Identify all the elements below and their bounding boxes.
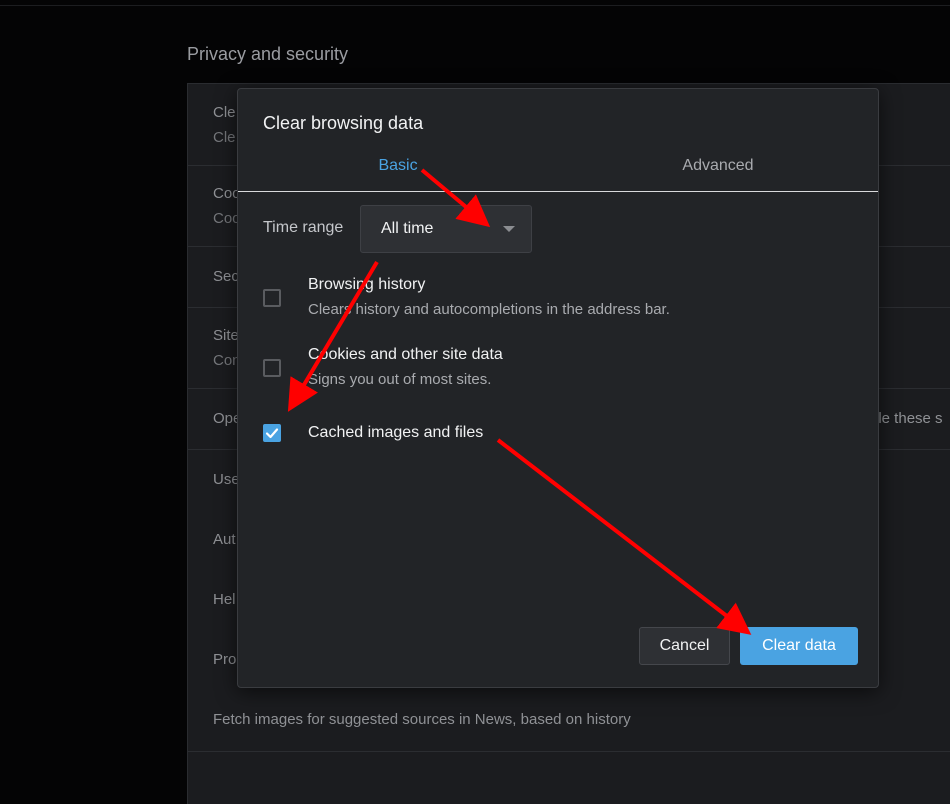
browsing-history-description: Clears history and autocompletions in th… (308, 301, 670, 318)
clear-data-button[interactable]: Clear data (740, 627, 858, 665)
cancel-button[interactable]: Cancel (639, 627, 730, 665)
settings-row[interactable]: Fetch images for suggested sources in Ne… (188, 689, 950, 752)
cookies-description: Signs you out of most sites. (308, 371, 492, 388)
time-range-label: Time range (263, 219, 344, 236)
cached-images-checkbox[interactable] (263, 424, 281, 442)
cookies-checkbox[interactable] (263, 359, 281, 377)
row-right-text: ble these s (870, 410, 943, 427)
tab-divider (238, 191, 878, 192)
time-range-select[interactable]: All time (360, 205, 532, 253)
dialog-title: Clear browsing data (263, 113, 424, 133)
time-range-value: All time (381, 220, 434, 237)
browsing-history-title: Browsing history (308, 276, 426, 293)
row-title: Hel (213, 591, 236, 608)
checkmark-icon (265, 428, 279, 439)
row-title: Pro (213, 651, 237, 668)
cached-images-title: Cached images and files (308, 424, 484, 441)
row-title: Site (213, 327, 239, 344)
clear-browsing-data-dialog: Clear browsing data Basic Advanced Time … (237, 88, 879, 688)
row-title: Cle (213, 104, 236, 121)
row-title: Aut (213, 531, 236, 548)
row-subtitle: Cle (213, 129, 236, 146)
row-title: Sec (213, 268, 239, 285)
row-title: Fetch images for suggested sources in Ne… (213, 711, 631, 728)
cookies-title: Cookies and other site data (308, 346, 503, 363)
tab-advanced[interactable]: Advanced (558, 157, 878, 175)
chevron-down-icon (503, 226, 515, 232)
section-title: Privacy and security (187, 44, 349, 64)
tab-basic[interactable]: Basic (238, 157, 558, 175)
top-divider (0, 5, 950, 6)
browsing-history-checkbox[interactable] (263, 289, 281, 307)
row-title: Use (213, 471, 240, 488)
